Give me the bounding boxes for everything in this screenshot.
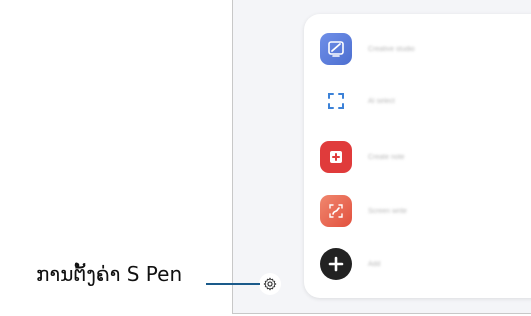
ai-select-icon — [320, 85, 352, 117]
air-command-item-label: AI select — [368, 97, 395, 105]
air-command-item-create-note[interactable]: Create note — [320, 141, 405, 173]
callout-label: ການຕັ້ງຄ່າ S Pen — [36, 262, 183, 286]
air-command-item-ai-select[interactable]: AI select — [320, 85, 395, 117]
air-command-item-label: Creative studio — [368, 45, 415, 53]
s-pen-settings-button[interactable] — [259, 273, 281, 295]
screen-write-icon — [320, 195, 352, 227]
add-icon — [320, 248, 352, 280]
creative-studio-icon — [320, 33, 352, 65]
air-command-item-creative-studio[interactable]: Creative studio — [320, 33, 415, 65]
air-command-item-label: Screen write — [368, 207, 407, 215]
callout-leader-line — [206, 283, 260, 285]
air-command-item-label: Add — [368, 260, 381, 268]
air-command-panel: Creative studio AI select Create note Sc… — [304, 14, 531, 298]
gear-icon — [263, 277, 277, 291]
air-command-item-label: Create note — [368, 153, 405, 161]
create-note-icon — [320, 141, 352, 173]
air-command-item-screen-write[interactable]: Screen write — [320, 195, 407, 227]
screenshot-stage: Creative studio AI select Create note Sc… — [0, 0, 531, 316]
air-command-item-add[interactable]: Add — [320, 248, 380, 280]
